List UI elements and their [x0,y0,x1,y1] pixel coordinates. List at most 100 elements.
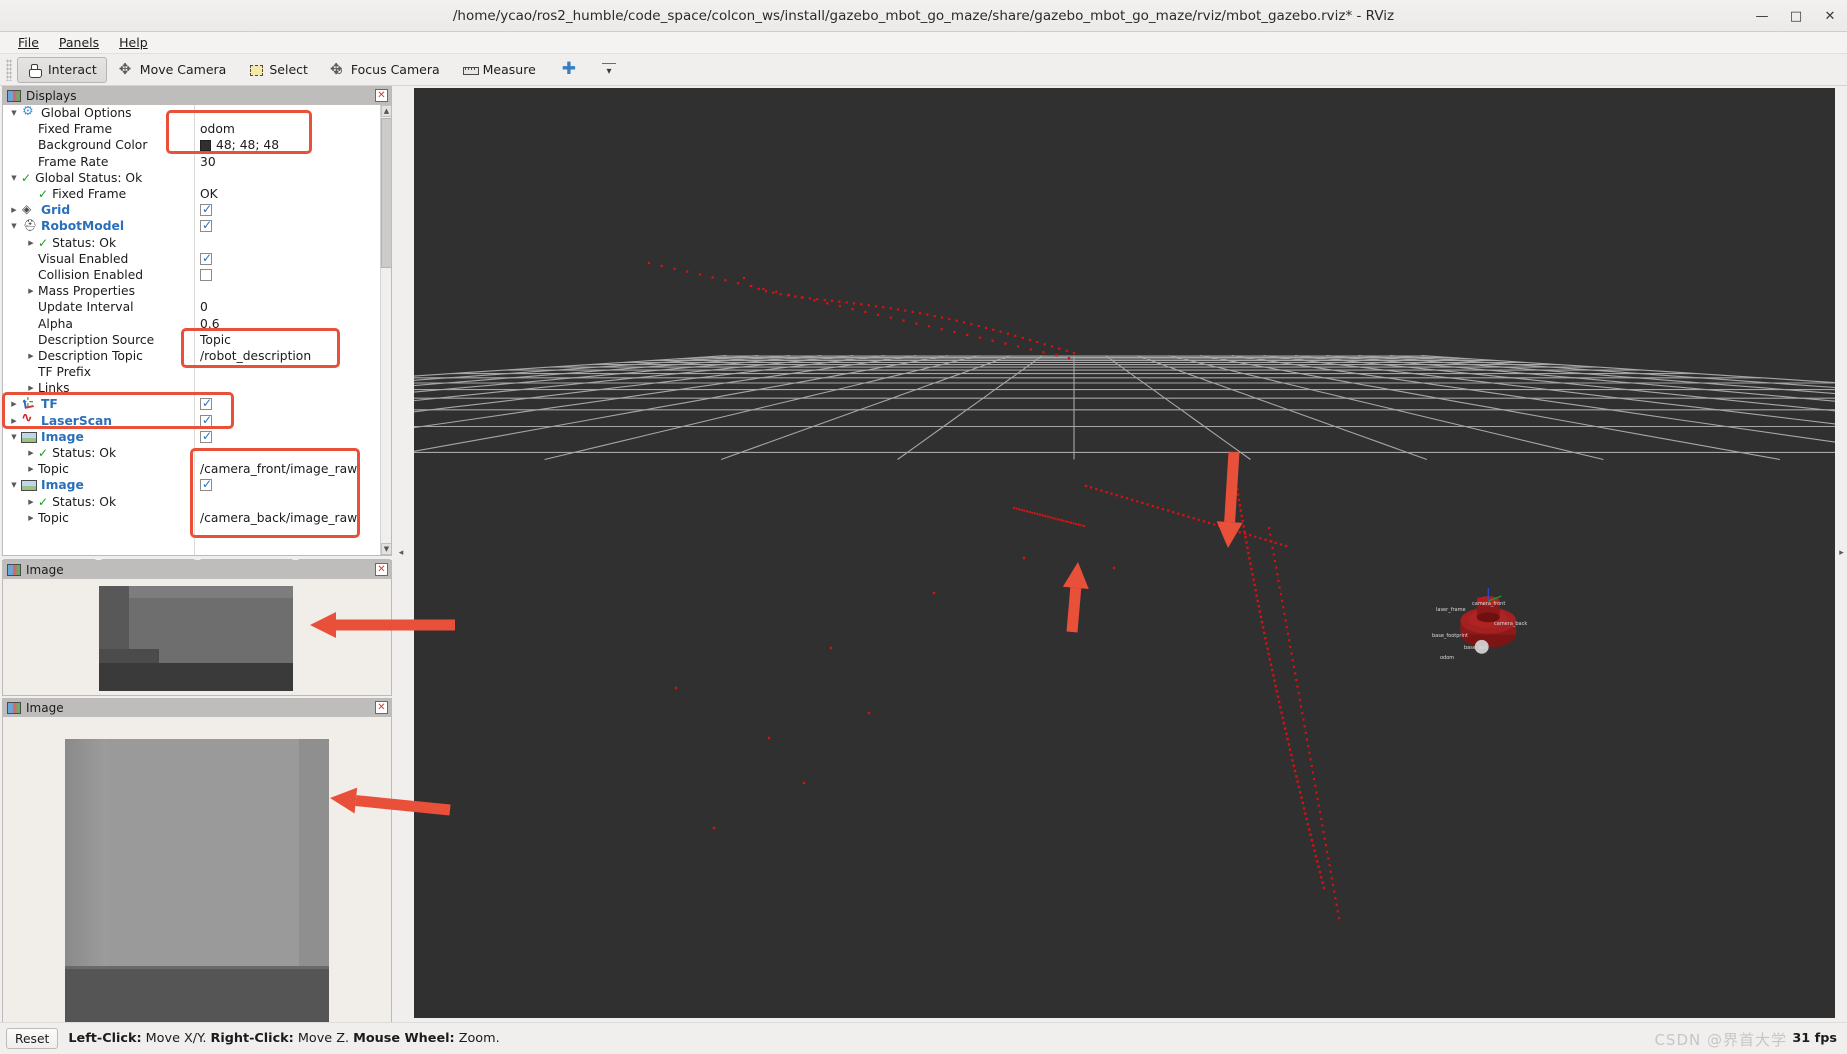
tree-row-checkbox[interactable] [200,413,212,427]
tree-row-value-cell[interactable]: Topic [194,333,231,347]
tree-row[interactable]: Fixed Frame odom [3,121,391,137]
tree-row-value-cell[interactable] [194,218,212,233]
tree-row[interactable]: LaserScan [3,413,391,429]
menu-panels-label: Panels [58,35,100,50]
menu-file[interactable]: File [8,33,49,52]
menu-panels[interactable]: Panels [49,33,109,52]
tree-row-value-cell[interactable] [194,202,212,217]
reset-button[interactable]: Reset [6,1028,59,1049]
right-splitter-handle[interactable]: ▸ [1836,88,1847,1018]
maximize-button[interactable]: □ [1785,5,1807,27]
tree-row-value-cell[interactable]: 0.6 [194,317,220,331]
tree-row[interactable]: Frame Rate 30 [3,154,391,170]
displays-tree-scrollbar[interactable]: ▲ ▼ [380,105,391,555]
add-tool-icon[interactable]: ✚ [548,61,590,78]
tree-twisty-closed-icon[interactable] [7,399,21,409]
tree-row-value-cell[interactable]: odom [194,122,235,136]
tree-row[interactable]: Background Color 48; 48; 48 [3,137,391,153]
tree-row[interactable]: RobotModel [3,218,391,234]
tree-row-value-cell[interactable] [194,268,212,281]
tree-row[interactable]: Grid [3,202,391,218]
tree-row-value-cell[interactable]: 30 [194,155,216,169]
tree-twisty-open-icon[interactable] [7,480,21,490]
tree-row-checkbox[interactable] [200,202,212,217]
tree-twisty-closed-icon[interactable] [24,238,38,248]
displays-tree[interactable]: Global OptionsFixed FrameodomBackground … [3,105,391,555]
tree-twisty-open-icon[interactable] [7,221,21,231]
tree-twisty-closed-icon[interactable] [24,497,38,507]
tool-interact[interactable]: Interact [17,56,107,83]
toolbar-drag-handle[interactable] [6,58,12,81]
tree-row[interactable]: Global Options [3,105,391,121]
tree-row-value-cell[interactable] [194,251,212,265]
tree-row[interactable]: Topic/camera_front/image_raw [3,461,391,477]
tree-row-checkbox[interactable] [200,251,212,265]
tree-row-checkbox[interactable] [200,268,212,281]
tree-row[interactable]: Collision Enabled [3,267,391,283]
scroll-down-icon[interactable]: ▼ [381,543,391,555]
tree-row-value-cell[interactable]: /robot_description [194,349,311,363]
svg-text:odom: odom [1440,655,1454,661]
tree-row-checkbox[interactable] [200,477,212,492]
tree-twisty-open-icon[interactable] [7,432,21,442]
minimize-button[interactable]: — [1751,5,1773,27]
menu-help[interactable]: Help [109,33,158,52]
tree-row[interactable]: Image [3,429,391,445]
tree-twisty-closed-icon[interactable] [24,464,38,474]
tree-row[interactable]: Mass Properties [3,283,391,299]
tree-row-value-cell[interactable]: /camera_front/image_raw [194,462,357,476]
render-view-3d[interactable]: laser_frame camera_front camera_back bas… [414,88,1835,1018]
tree-row-checkbox[interactable] [200,396,212,411]
tree-row-value-cell[interactable]: 0 [194,300,208,314]
displays-panel-close-icon[interactable]: ✕ [375,89,388,102]
image-panel-1-close-icon[interactable]: ✕ [375,563,388,576]
tree-row[interactable]: Image [3,477,391,493]
tree-twisty-closed-icon[interactable] [7,416,21,426]
tree-row[interactable]: ✓ Fixed Frame OK [3,186,391,202]
tree-row[interactable]: Visual Enabled [3,251,391,267]
tree-row[interactable]: Description Topic/robot_description [3,348,391,364]
tree-row[interactable]: Description Source Topic [3,332,391,348]
tree-row-value-cell[interactable]: 48; 48; 48 [194,138,279,152]
tree-rows-container: Global OptionsFixed FrameodomBackground … [3,105,391,526]
tree-row-value-cell[interactable]: /camera_back/image_raw [194,511,357,525]
tree-row[interactable]: Topic/camera_back/image_raw [3,510,391,526]
left-splitter-handle[interactable]: ◂ [394,88,408,1018]
tool-move-camera[interactable]: Move Camera [109,57,237,83]
tree-row-value-text: odom [200,122,235,137]
tree-row[interactable]: TF Prefix [3,364,391,380]
tool-measure[interactable]: Measure [452,57,546,83]
tree-row-value-cell[interactable] [194,396,212,411]
close-button[interactable]: ✕ [1819,5,1841,27]
tree-row[interactable]: Update Interval 0 [3,299,391,315]
tree-row-value-cell[interactable] [194,477,212,492]
tree-row-value-cell[interactable]: OK [194,187,218,201]
image-panel-2-close-icon[interactable]: ✕ [375,701,388,714]
toolbar-overflow-icon[interactable]: ▾ [592,62,626,77]
tree-twisty-closed-icon[interactable] [24,448,38,458]
tree-row[interactable]: TF [3,396,391,412]
scroll-up-icon[interactable]: ▲ [381,105,391,117]
tree-twisty-open-icon[interactable] [7,173,21,183]
tool-select[interactable]: Select [238,57,318,83]
tree-twisty-closed-icon[interactable] [24,383,38,393]
tree-twisty-closed-icon[interactable] [7,205,21,215]
tree-row[interactable]: Links [3,380,391,396]
tree-twisty-closed-icon[interactable] [24,513,38,523]
tree-row-label: RobotModel [41,219,125,234]
tree-row[interactable]: ✓Global Status: Ok [3,170,391,186]
tree-row-checkbox[interactable] [200,218,212,233]
tree-row-value-cell[interactable] [194,429,212,443]
tree-row[interactable]: Alpha 0.6 [3,315,391,331]
tree-row-name-cell: Visual Enabled [3,252,194,266]
tree-twisty-closed-icon[interactable] [24,351,38,361]
tree-row[interactable]: ✓Status: Ok [3,235,391,251]
tree-row[interactable]: ✓Status: Ok [3,494,391,510]
tree-twisty-open-icon[interactable] [7,108,21,118]
tree-row[interactable]: ✓Status: Ok [3,445,391,461]
scrollbar-thumb[interactable] [381,118,391,268]
tree-row-value-cell[interactable] [194,413,212,427]
tree-row-checkbox[interactable] [200,429,212,443]
tool-focus-camera[interactable]: Focus Camera [320,57,450,83]
tree-twisty-closed-icon[interactable] [24,286,38,296]
